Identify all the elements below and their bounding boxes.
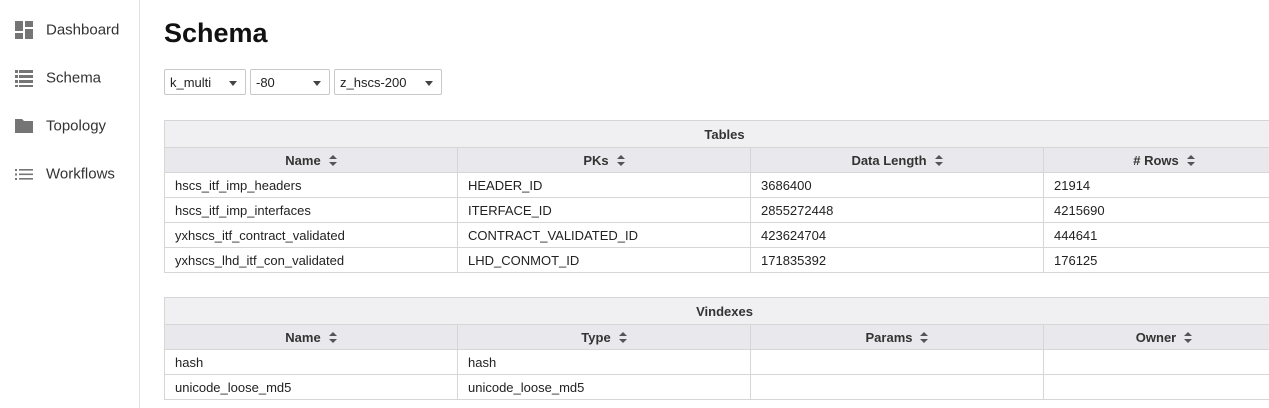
table-cell: yxhscs_itf_contract_validated [164,222,458,248]
folder-icon [15,119,33,133]
dashboard-icon [15,21,33,39]
table-cell: CONTRACT_VALIDATED_ID [457,222,751,248]
sort-icon [934,154,943,166]
sort-icon [618,331,627,343]
vindexes-table: Vindexes Name Type Params Owner hash has… [163,297,1269,400]
table-cell: yxhscs_lhd_itf_con_validated [164,247,458,273]
sidebar-item-label: Schema [46,69,102,87]
sidebar-item-dashboard[interactable]: Dashboard [0,10,139,50]
sidebar-item-label: Dashboard [46,21,120,39]
table-cell: unicode_loose_md5 [457,374,751,400]
table-cell: hash [457,349,751,375]
table-cell: HEADER_ID [457,172,751,198]
table-cell [1042,349,1269,375]
table-cell: 2855272448 [750,197,1044,223]
sort-icon [328,154,337,166]
table-cell [750,349,1044,375]
tablet-select-value: z_hscs-200 [340,75,407,90]
table-cell: hscs_itf_imp_headers [164,172,458,198]
keyspace-select-value: k_multi [170,75,212,90]
column-header-label: PKs [583,152,609,168]
table-row[interactable]: hash hash [164,349,1269,375]
column-header-label: Name [285,329,321,345]
column-header-name[interactable]: Name [164,324,458,350]
column-header-label: # Rows [1133,152,1179,168]
table-cell: 444641 [1042,222,1269,248]
table-cell: 21914 [1042,172,1269,198]
column-header-params[interactable]: Params [750,324,1044,350]
chevron-down-icon [229,81,237,86]
sort-icon [920,331,929,343]
table-cell [1042,374,1269,400]
sidebar-item-label: Topology [46,117,107,135]
page-title: Schema [164,18,268,48]
keyspace-select[interactable]: k_multi [164,69,246,95]
table-cell: 3686400 [750,172,1044,198]
column-header-pks[interactable]: PKs [457,147,751,173]
sidebar-item-schema[interactable]: Schema [0,58,139,98]
tables-table: Tables Name PKs Data Length # Rows hscs_… [163,120,1269,273]
table-cell: ITERFACE_ID [457,197,751,223]
table-cell: 176125 [1042,247,1269,273]
table-cell: hscs_itf_imp_interfaces [164,197,458,223]
column-header-label: Owner [1135,329,1177,345]
chevron-down-icon [313,81,321,86]
tablet-select[interactable]: z_hscs-200 [334,69,442,95]
table-cell [750,374,1044,400]
sort-icon [328,331,337,343]
table-cell: 4215690 [1042,197,1269,223]
table-row[interactable]: yxhscs_lhd_itf_con_validated LHD_CONMOT_… [164,247,1269,273]
tables-title: Tables [163,120,1269,148]
column-header-label: Type [581,329,611,345]
shard-select[interactable]: -80 [250,69,330,95]
table-row[interactable]: unicode_loose_md5 unicode_loose_md5 [164,374,1269,400]
column-header-name[interactable]: Name [164,147,458,173]
column-header-label: Params [865,329,913,345]
sidebar-item-topology[interactable]: Topology [0,106,139,146]
table-cell: 423624704 [750,222,1044,248]
chevron-down-icon [425,81,433,86]
column-header-label: Name [285,152,321,168]
table-cell: 171835392 [750,247,1044,273]
table-cell: LHD_CONMOT_ID [457,247,751,273]
table-cell: unicode_loose_md5 [164,374,458,400]
table-row[interactable]: yxhscs_itf_contract_validated CONTRACT_V… [164,222,1269,248]
column-header-label: Data Length [851,152,927,168]
table-row[interactable]: hscs_itf_imp_headers HEADER_ID 3686400 2… [164,172,1269,198]
table-cell: hash [164,349,458,375]
list-icon [15,169,33,180]
sort-icon [616,154,625,166]
sort-icon [1184,331,1193,343]
sort-icon [1186,154,1195,166]
vindexes-title: Vindexes [163,297,1269,325]
column-header-owner[interactable]: Owner [1042,324,1269,350]
sidebar: Dashboard Schema Topology Workflows [0,0,140,408]
sidebar-item-label: Workflows [46,165,115,183]
shard-select-value: -80 [256,75,275,90]
column-header-data-length[interactable]: Data Length [750,147,1044,173]
column-header-rows[interactable]: # Rows [1042,147,1269,173]
column-header-type[interactable]: Type [457,324,751,350]
sidebar-item-workflows[interactable]: Workflows [0,154,139,194]
table-row[interactable]: hscs_itf_imp_interfaces ITERFACE_ID 2855… [164,197,1269,223]
list-view-icon [15,70,33,87]
